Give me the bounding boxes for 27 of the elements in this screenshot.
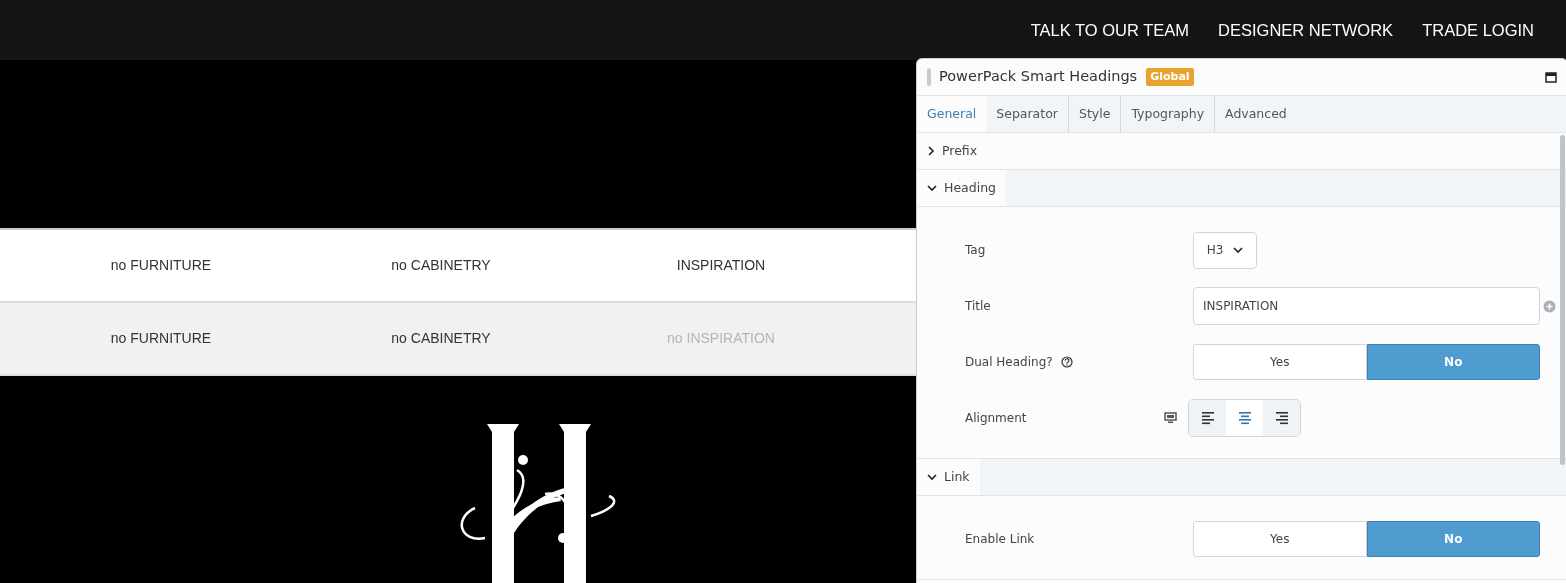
panel-tab[interactable]: Style bbox=[1068, 96, 1121, 132]
panel-tab[interactable]: Advanced bbox=[1214, 96, 1297, 132]
section-toggle[interactable]: Link bbox=[917, 459, 980, 495]
panel-tab[interactable]: Separator bbox=[986, 96, 1068, 132]
menu-item: no INSPIRATION bbox=[666, 329, 776, 348]
menu-item[interactable]: no FURNITURE bbox=[21, 328, 301, 349]
field-label: Enable Link bbox=[965, 531, 1035, 548]
menu-item[interactable]: no CABINETRY bbox=[301, 255, 581, 276]
menu-item[interactable]: no CABINETRY bbox=[301, 328, 581, 349]
tag-select[interactable]: H3 bbox=[1193, 231, 1257, 269]
panel-tab[interactable]: General bbox=[917, 96, 987, 132]
field-label: Title bbox=[965, 298, 991, 315]
nav-link-item[interactable]: DESIGNER NETWORK bbox=[1218, 17, 1394, 43]
field-label: Tag bbox=[965, 242, 986, 259]
toggle-option[interactable]: Yes bbox=[1193, 344, 1367, 380]
nav-link-item[interactable]: TALK TO OUR TEAM bbox=[1030, 17, 1190, 43]
panel-tab[interactable]: Typography bbox=[1120, 96, 1215, 132]
title-input[interactable]: INSPIRATION bbox=[1193, 287, 1540, 325]
menu-item[interactable]: INSPIRATION bbox=[581, 255, 861, 276]
field-label: Dual Heading? bbox=[965, 354, 1053, 371]
section-toggle[interactable]: Heading bbox=[917, 170, 1006, 206]
nav-link-item[interactable]: TRADE LOGIN bbox=[1422, 17, 1534, 43]
menu-item[interactable]: no FURNITURE bbox=[21, 255, 301, 276]
panel-title: PowerPack Smart Headings bbox=[939, 67, 1138, 87]
field-label: Alignment bbox=[965, 410, 1027, 427]
global-badge: Global bbox=[1146, 67, 1194, 87]
toggle-option[interactable]: Yes bbox=[1193, 521, 1367, 557]
